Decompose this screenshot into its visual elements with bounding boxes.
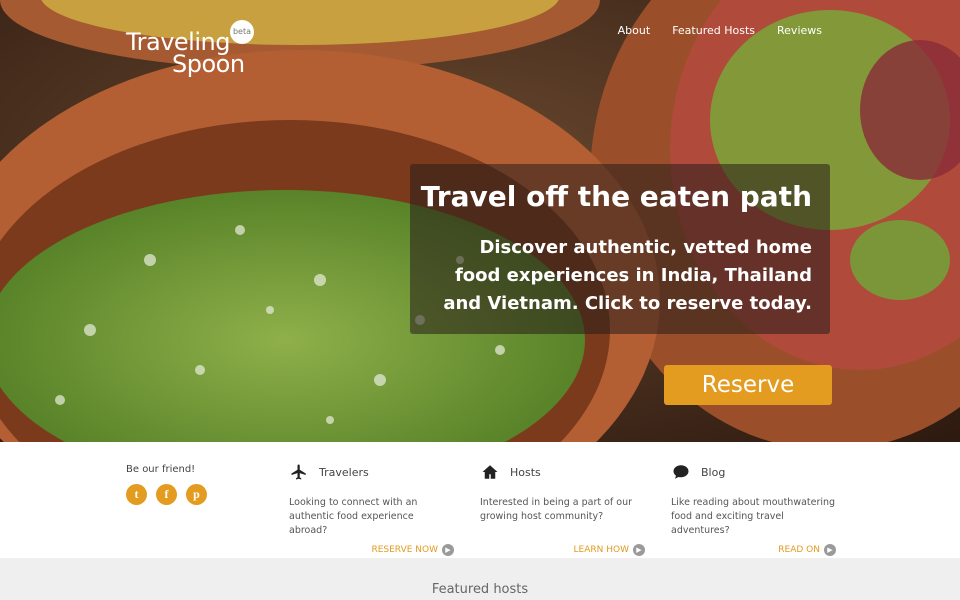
travelers-title: Travelers (319, 465, 369, 479)
arrow-right-icon: ▶ (824, 544, 836, 556)
house-icon (480, 462, 500, 482)
travelers-desc: Looking to connect with an authentic foo… (289, 497, 418, 536)
top-nav: About Featured Hosts Reviews (618, 24, 822, 37)
facebook-icon[interactable]: f (156, 484, 177, 505)
logo-word-2: Spoon (172, 50, 245, 78)
nav-featured-hosts[interactable]: Featured Hosts (672, 24, 755, 37)
beta-badge: beta (230, 20, 254, 44)
read-on-label: READ ON (778, 545, 820, 555)
nav-about[interactable]: About (618, 24, 651, 37)
info-strip: Be our friend! t f p Travelers Looking t… (0, 442, 960, 558)
tagline-box: Travel off the eaten path Discover authe… (410, 164, 830, 334)
learn-how-label: LEARN HOW (573, 545, 629, 555)
social-label: Be our friend! (126, 464, 196, 475)
hero-title: Travel off the eaten path (420, 180, 812, 213)
pinterest-icon[interactable]: p (186, 484, 207, 505)
social-block: Be our friend! t f p (126, 464, 207, 505)
learn-how-link[interactable]: LEARN HOW ▶ (574, 544, 645, 556)
hosts-title: Hosts (510, 465, 541, 479)
airplane-icon (289, 462, 309, 482)
read-on-link[interactable]: READ ON ▶ (778, 544, 836, 556)
featured-title: Featured hosts (431, 582, 529, 597)
chat-bubble-icon (671, 462, 691, 482)
twitter-icon[interactable]: t (126, 484, 147, 505)
hero-text: Discover authentic, vetted home food exp… (443, 237, 812, 314)
travelers-column: Travelers Looking to connect with an aut… (289, 462, 454, 556)
featured-hosts-section: Featured hosts (0, 558, 960, 600)
hosts-desc: Interested in being a part of our growin… (480, 497, 633, 522)
hero-banner: Traveling Spoon beta About Featured Host… (0, 0, 960, 442)
arrow-right-icon: ▶ (442, 544, 454, 556)
blog-column: Blog Like reading about mouthwatering fo… (671, 462, 836, 556)
reserve-now-link[interactable]: RESERVE NOW ▶ (371, 544, 454, 556)
reserve-now-label: RESERVE NOW (371, 545, 438, 555)
blog-title: Blog (701, 465, 726, 479)
nav-reviews[interactable]: Reviews (777, 24, 822, 37)
reserve-button[interactable]: Reserve (664, 365, 832, 405)
hosts-column: Hosts Interested in being a part of our … (480, 462, 645, 556)
blog-desc: Like reading about mouthwatering food an… (671, 497, 836, 536)
arrow-right-icon: ▶ (633, 544, 645, 556)
